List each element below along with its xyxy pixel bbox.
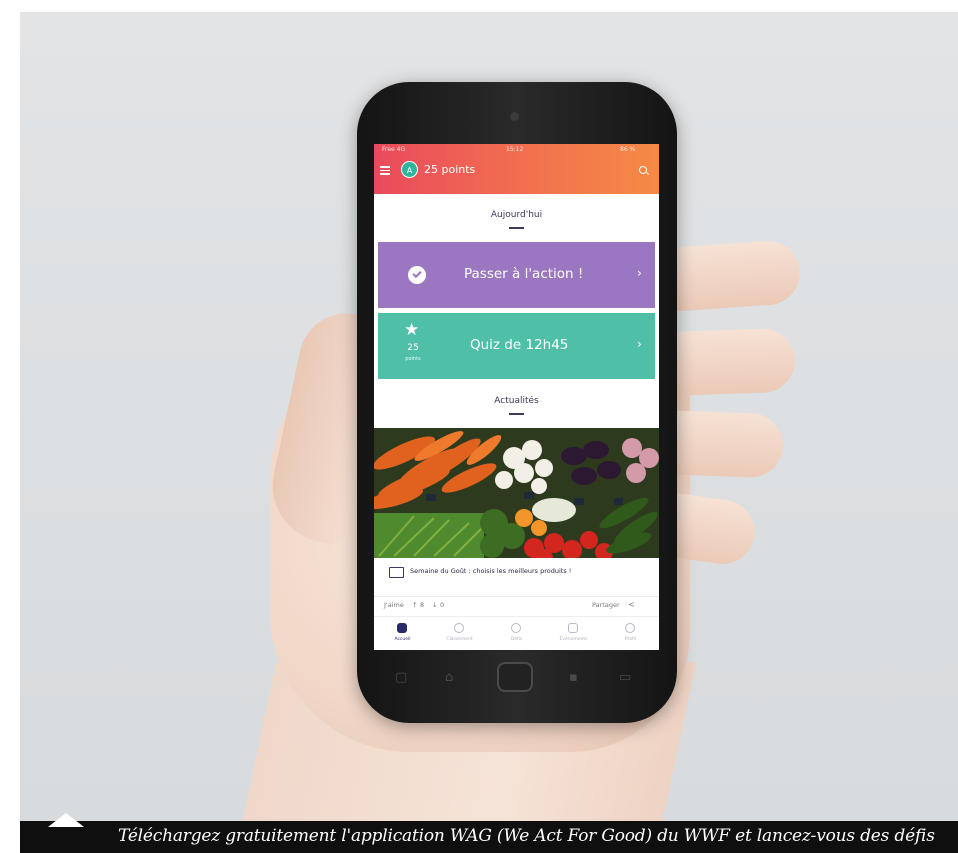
- thumbs-up-icon[interactable]: ↑: [412, 601, 417, 609]
- vegetable-market-illustration: [374, 428, 659, 558]
- trophy-icon: [454, 623, 464, 633]
- caption-text: Téléchargez gratuitement l'application W…: [118, 826, 935, 846]
- news-image-vegetables[interactable]: [374, 428, 659, 558]
- phone-device: Free 4G 15:12 86 % A 25 points Aujourd'h…: [357, 82, 677, 723]
- chevron-right-icon: ›: [637, 337, 642, 351]
- points-counter: 25 points: [424, 163, 476, 176]
- product-photo: Free 4G 15:12 86 % A 25 points Aujourd'h…: [20, 12, 958, 821]
- tab-label: Accueil: [394, 637, 411, 642]
- tab-label: Événements: [559, 637, 588, 642]
- clock-label: 15:12: [506, 146, 524, 153]
- quiz-card-button[interactable]: ★ 25 points Quiz de 12h45 ›: [378, 313, 655, 379]
- tab-ranking[interactable]: Classement: [431, 617, 488, 650]
- caption-arrow-icon: [48, 813, 84, 827]
- like-count: 8: [420, 601, 425, 609]
- news-item-row[interactable]: Semaine du Goût : choisis les meilleurs …: [374, 564, 659, 588]
- share-icon[interactable]: <: [628, 600, 635, 609]
- back-key-icon[interactable]: ▢: [395, 670, 407, 685]
- section-underline: [509, 227, 524, 229]
- section-underline: [509, 413, 524, 415]
- newspaper-icon: [389, 567, 404, 578]
- bottom-tab-bar: Accueil Classement Défis Événements Prof…: [374, 616, 659, 650]
- tab-label: Défis: [510, 637, 523, 642]
- avatar[interactable]: A: [401, 161, 418, 178]
- action-card-label: Passer à l'action !: [464, 266, 584, 282]
- clock-check-icon: [408, 266, 426, 284]
- action-card-button[interactable]: Passer à l'action ! ›: [378, 242, 655, 308]
- carrier-label: Free 4G: [382, 146, 406, 153]
- news-item-title: Semaine du Goût : choisis les meilleurs …: [410, 567, 572, 575]
- like-label[interactable]: J'aime: [384, 601, 404, 609]
- home-hardware-button[interactable]: [497, 662, 533, 692]
- chevron-right-icon: ›: [637, 266, 642, 280]
- dislike-count: 0: [440, 601, 445, 609]
- front-camera: [510, 112, 519, 121]
- caption-bar: Téléchargez gratuitement l'application W…: [20, 821, 958, 853]
- phone-screen: Free 4G 15:12 86 % A 25 points Aujourd'h…: [374, 144, 659, 650]
- battery-label: 86 %: [620, 146, 636, 153]
- camera-key-icon[interactable]: ▪: [569, 670, 578, 685]
- star-icon: ★: [404, 320, 420, 340]
- quiz-points-value: 25: [407, 343, 419, 353]
- tab-home[interactable]: Accueil: [374, 617, 431, 650]
- quiz-points-unit: points: [405, 356, 421, 362]
- reaction-row: J'aime ↑ 8 ↓ 0 Partager <: [374, 596, 659, 613]
- search-icon[interactable]: [639, 166, 647, 174]
- home-icon: [397, 623, 407, 633]
- recents-key-icon[interactable]: ▭: [619, 670, 631, 685]
- tab-label: Classement: [446, 637, 473, 642]
- hamburger-menu-icon[interactable]: [380, 166, 390, 175]
- tab-label: Profil: [624, 637, 637, 642]
- quiz-card-label: Quiz de 12h45: [470, 337, 569, 353]
- tab-challenges[interactable]: Défis: [488, 617, 545, 650]
- section-title-news: Actualités: [494, 396, 539, 406]
- app-header: Free 4G 15:12 86 % A 25 points: [374, 144, 659, 194]
- thumbs-down-icon[interactable]: ↓: [432, 601, 437, 609]
- section-title-today: Aujourd'hui: [490, 210, 543, 220]
- share-label[interactable]: Partager: [592, 601, 620, 609]
- target-icon: [511, 623, 521, 633]
- calendar-icon: [568, 623, 578, 633]
- user-icon: [625, 623, 635, 633]
- tab-events[interactable]: Événements: [545, 617, 602, 650]
- tab-profile[interactable]: Profil: [602, 617, 659, 650]
- home-key-icon[interactable]: ⌂: [445, 670, 453, 685]
